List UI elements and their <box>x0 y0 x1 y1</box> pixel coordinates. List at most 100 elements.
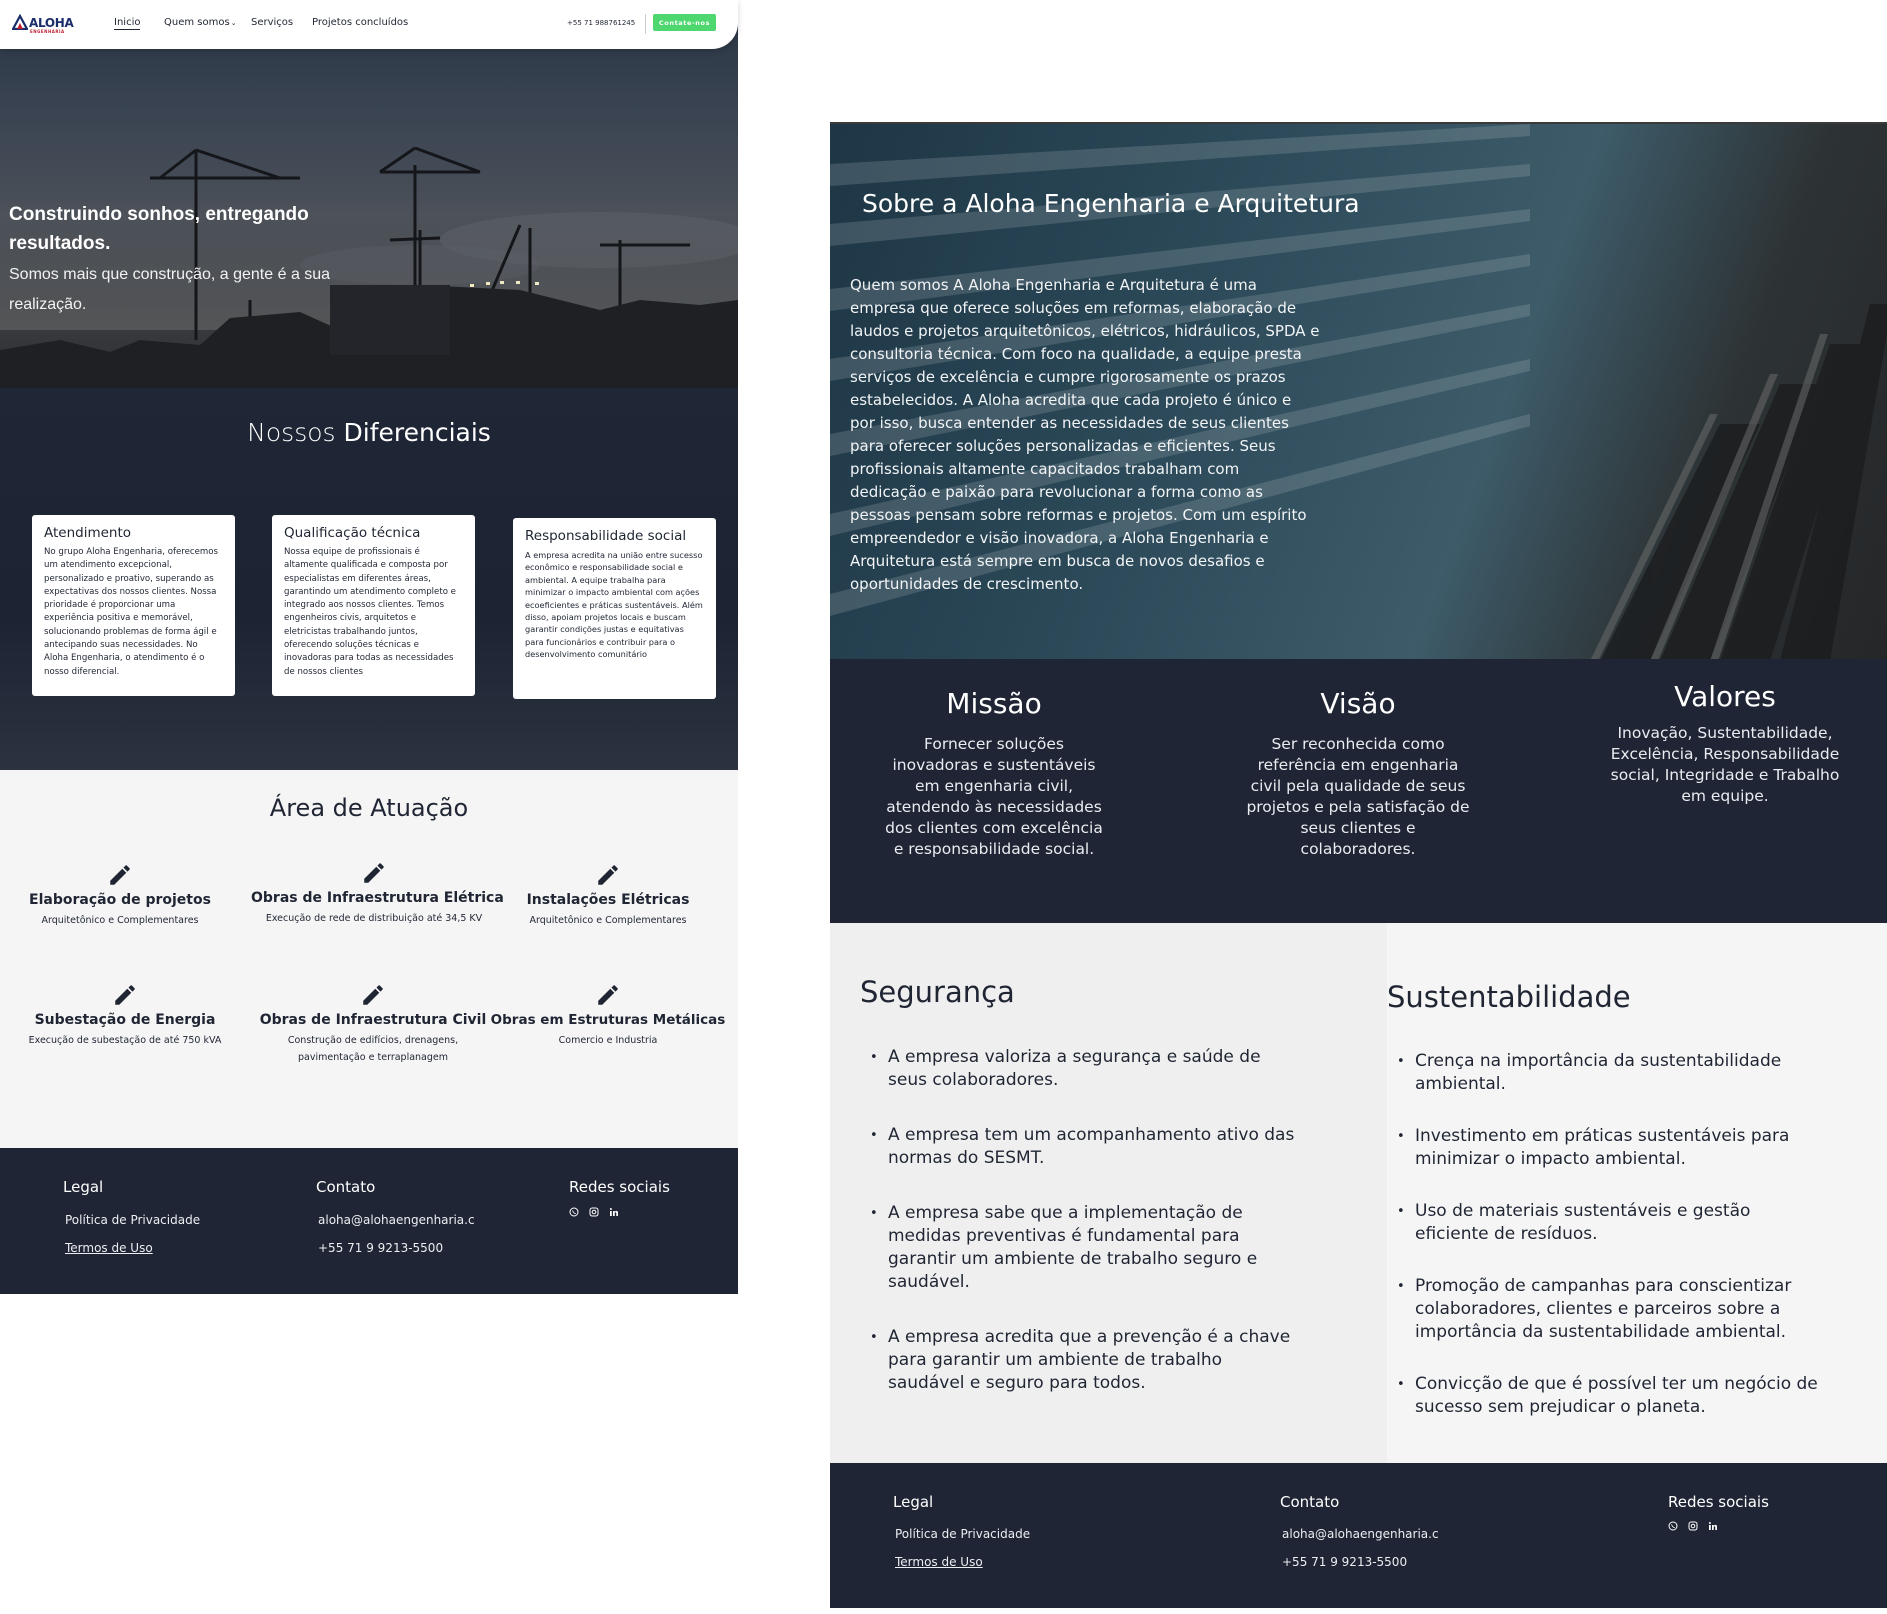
footer-phone[interactable]: +55 71 9 9213-5500 <box>318 1241 443 1255</box>
about-page: Sobre a Aloha Engenharia e Arquitetura Q… <box>830 122 1887 1608</box>
aloha-logo[interactable]: ALOHA ENGENHARIA <box>12 14 74 36</box>
service-name: Obras de Infraestrutura Elétrica <box>251 890 504 906</box>
vision-title: Visão <box>1320 687 1396 720</box>
card-title: Qualificação técnica <box>284 525 421 541</box>
diferenciais-section: Nossos Diferenciais Atendimento No grupo… <box>0 388 738 770</box>
nav-link-quem-somos[interactable]: Quem somos⌄ <box>164 17 237 28</box>
vision-text: Ser reconhecida como referência em engen… <box>1246 735 1470 858</box>
social-icons <box>1668 1521 1718 1531</box>
service-name: Elaboração de projetos <box>29 892 211 908</box>
instagram-icon[interactable] <box>589 1207 599 1217</box>
area-de-atuacao-section: Área de Atuação Elaboração de projetos A… <box>0 770 738 1148</box>
footer-redes-heading: Redes sociais <box>569 1178 670 1196</box>
footer-email[interactable]: aloha@alohaengenharia.com <box>1282 1527 1439 1541</box>
pencil-icon <box>363 985 383 1005</box>
mission-vision-values-section: Missão Fornecer soluções inovadoras e su… <box>830 659 1887 923</box>
footer-phone[interactable]: +55 71 9 9213-5500 <box>1282 1555 1407 1569</box>
nav-link-projetos-concluidos[interactable]: Projetos concluídos <box>312 17 408 28</box>
footer-email[interactable]: aloha@alohaengenharia.com <box>318 1213 475 1227</box>
linkedin-icon[interactable] <box>609 1207 619 1217</box>
footer: Legal Contato Redes sociais Política de … <box>0 1148 738 1294</box>
card-body: No grupo Aloha Engenharia, oferecemos um… <box>44 547 219 677</box>
about-title: Sobre a Aloha Engenharia e Arquitetura <box>862 189 1360 218</box>
nav-phone-number[interactable]: +55 71 988761245 <box>567 19 635 27</box>
service-description: Execução de rede de distribuição até 34,… <box>265 913 483 924</box>
footer-legal-heading: Legal <box>893 1493 934 1511</box>
pencil-icon <box>364 863 384 883</box>
footer-contato-heading: Contato <box>1280 1493 1340 1511</box>
hero-subtitle: Somos mais que construção, a gente é a s… <box>9 266 331 313</box>
card-title: Responsabilidade social <box>525 528 687 544</box>
whatsapp-icon[interactable] <box>1668 1521 1678 1531</box>
service-description: Arquitetônico e Complementares <box>529 915 687 926</box>
top-navbar: ALOHA ENGENHARIA Inicio Quem somos⌄ Serv… <box>0 0 738 49</box>
contact-us-button[interactable]: Contate-nos <box>653 14 716 31</box>
diferenciais-title: Nossos Diferenciais <box>0 418 738 447</box>
footer: Legal Contato Redes sociais Política de … <box>830 1463 1887 1608</box>
privacy-policy-link[interactable]: Política de Privacidade <box>65 1213 200 1227</box>
bullet-item: A empresa sabe que a implementação de me… <box>863 1202 1303 1294</box>
service-infraestrutura-eletrica: Obras de Infraestrutura Elétrica Execuçã… <box>251 860 504 927</box>
chevron-down-icon: ⌄ <box>230 19 237 27</box>
mission-title: Missão <box>946 687 1042 720</box>
about-section: Sobre a Aloha Engenharia e Arquitetura Q… <box>830 122 1887 659</box>
construction-skyline-image <box>0 146 738 388</box>
hero-title: Construindo sonhos, entregando resultado… <box>9 204 309 254</box>
bullet-item: Investimento em práticas sustentáveis pa… <box>1390 1125 1820 1171</box>
mission-text: Fornecer soluções inovadoras e sustentáv… <box>885 735 1103 858</box>
service-subestacao-energia: Subestação de Energia Execução de subest… <box>2 982 248 1049</box>
bullet-item: A empresa tem um acompanhamento ativo da… <box>863 1124 1303 1170</box>
service-name: Obras em Estruturas Metálicas <box>490 1012 726 1028</box>
pencil-icon <box>598 865 618 885</box>
service-instalacoes-eletricas: Instalações Elétricas Arquitetônico e Co… <box>485 862 731 929</box>
privacy-policy-link[interactable]: Política de Privacidade <box>895 1527 1030 1541</box>
instagram-icon[interactable] <box>1688 1521 1698 1531</box>
mission-column: Missão Fornecer soluções inovadoras e su… <box>879 687 1109 860</box>
social-icons <box>569 1207 619 1217</box>
bullet-item: A empresa valoriza a segurança e saúde d… <box>863 1046 1303 1092</box>
service-name: Instalações Elétricas <box>526 892 690 908</box>
service-description: Execução de subestação de até 750 kVA <box>28 1035 222 1046</box>
home-page: Construindo sonhos, entregando resultado… <box>0 0 738 1294</box>
values-column: Valores Inovação, Sustentabilidade, Exce… <box>1610 680 1840 807</box>
nav-link-inicio[interactable]: Inicio <box>114 17 141 30</box>
area-title: Área de Atuação <box>269 794 469 822</box>
card-responsabilidade-social: Responsabilidade social A empresa acredi… <box>513 518 716 699</box>
values-title: Valores <box>1674 680 1776 713</box>
diferenciais-title-light: Nossos <box>247 418 344 447</box>
terms-of-use-link[interactable]: Termos de Uso <box>65 1241 153 1255</box>
hero-section: Construindo sonhos, entregando resultado… <box>0 0 738 388</box>
bullet-item: Uso de materiais sustentáveis e gestão e… <box>1390 1200 1820 1246</box>
whatsapp-icon[interactable] <box>569 1207 579 1217</box>
pencil-icon <box>110 865 130 885</box>
bullet-item: Crença na importância da sustentabilidad… <box>1390 1050 1820 1096</box>
footer-redes-heading: Redes sociais <box>1668 1493 1769 1511</box>
nav-link-quem-somos-label: Quem somos <box>164 17 230 28</box>
nav-divider <box>645 14 646 34</box>
values-text: Inovação, Sustentabilidade, Excelência, … <box>1610 724 1840 805</box>
card-title: Atendimento <box>44 525 132 541</box>
pencil-icon <box>115 985 135 1005</box>
service-elaboracao-projetos: Elaboração de projetos Arquitetônico e C… <box>0 862 243 929</box>
card-body: A empresa acredita na união entre sucess… <box>525 550 703 660</box>
footer-contato-heading: Contato <box>316 1178 376 1196</box>
service-name: Subestação de Energia <box>34 1012 216 1028</box>
bullet-item: Promoção de campanhas para conscientizar… <box>1390 1275 1820 1344</box>
pencil-icon <box>598 985 618 1005</box>
seguranca-list: A empresa valoriza a segurança e saúde d… <box>863 1046 1303 1395</box>
service-description: Construção de edifícios, drenagens, pavi… <box>287 1035 459 1063</box>
logo-text: ALOHA <box>29 16 74 30</box>
logo-mountain-icon <box>12 14 28 30</box>
service-estruturas-metalicas: Obras em Estruturas Metálicas Comercio e… <box>485 982 731 1049</box>
nav-link-servicos[interactable]: Serviços <box>251 17 293 28</box>
linkedin-icon[interactable] <box>1708 1521 1718 1531</box>
sustentabilidade-section: Sustentabilidade Crença na importância d… <box>1387 923 1887 1463</box>
terms-of-use-link[interactable]: Termos de Uso <box>895 1555 983 1569</box>
sustentabilidade-title: Sustentabilidade <box>1387 980 1631 1014</box>
seguranca-title: Segurança <box>860 975 1015 1009</box>
service-description: Arquitetônico e Complementares <box>41 915 199 926</box>
service-infraestrutura-civil: Obras de Infraestrutura Civil Construção… <box>250 982 496 1066</box>
bullet-item: Convicção de que é possível ter um negóc… <box>1390 1373 1820 1419</box>
footer-legal-heading: Legal <box>63 1178 104 1196</box>
logo-subtext: ENGENHARIA <box>30 29 65 34</box>
